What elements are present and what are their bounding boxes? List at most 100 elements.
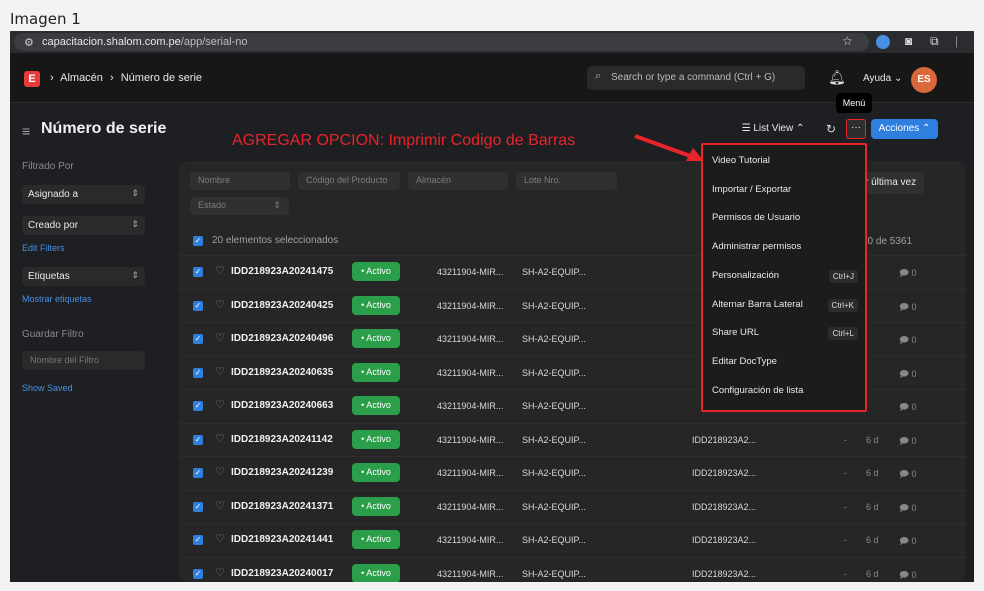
edit-filters-link[interactable]: Edit Filters bbox=[22, 243, 65, 253]
comment-count: 🗩︎ 0 bbox=[899, 266, 917, 282]
breadcrumb-numero-serie[interactable]: Número de serie bbox=[121, 72, 202, 84]
row-checkbox[interactable]: ✓ bbox=[193, 535, 203, 545]
image-caption: Imagen 1 bbox=[10, 10, 81, 28]
table-row[interactable]: ✓ ♡ IDD218923A20241441 • Activo 43211904-MIR… bbox=[179, 523, 966, 556]
puzzle-icon[interactable]: ⧉ bbox=[930, 34, 939, 49]
serial-number[interactable]: IDD218923A20241475 bbox=[231, 266, 333, 277]
table-row[interactable]: ✓ ♡ IDD218923A20241371 • Activo 43211904-MIR… bbox=[179, 489, 966, 523]
heart-icon[interactable]: ♡ bbox=[215, 365, 225, 378]
serial-number[interactable]: IDD218923A20240635 bbox=[231, 367, 333, 378]
comment-icon: 🗩︎ bbox=[899, 268, 909, 278]
notification-bell-icon[interactable]: 🔔︎ bbox=[828, 69, 846, 86]
actions-button[interactable]: Acciones ⌃ bbox=[871, 119, 938, 139]
menu-item[interactable]: Personalización Ctrl+J bbox=[712, 266, 860, 286]
bookmark-star-icon[interactable]: ☆ bbox=[842, 34, 853, 48]
menu-item[interactable]: Share URL Ctrl+L bbox=[712, 323, 860, 343]
menu-item[interactable]: Administrar permisos bbox=[712, 237, 860, 257]
table-row[interactable]: ✓ ♡ IDD218923A20240017 • Activo 43211904-MIR… bbox=[179, 556, 966, 582]
help-dropdown[interactable]: Ayuda ⌄ bbox=[863, 73, 902, 84]
heart-icon[interactable]: ♡ bbox=[215, 331, 225, 344]
sort-button[interactable]: r última vez bbox=[857, 172, 925, 194]
menu-item-label: Alternar Barra Lateral bbox=[712, 298, 803, 310]
url-text: capacitacion.shalom.com.pe/app/serial-no bbox=[42, 36, 247, 48]
serial-number[interactable]: IDD218923A20241441 bbox=[231, 534, 333, 545]
row-checkbox[interactable]: ✓ bbox=[193, 501, 203, 512]
table-row[interactable]: ✓ ♡ IDD218923A20241239 • Activo 43211904-MIR… bbox=[179, 456, 966, 489]
dash-cell: - bbox=[844, 468, 847, 478]
list-view-button[interactable]: ☰ List View ⌃ bbox=[731, 119, 815, 139]
comment-count-value: 0 bbox=[911, 301, 917, 312]
comment-count-value: 0 bbox=[911, 268, 917, 278]
menu-item-label: Configuración de lista bbox=[712, 384, 804, 396]
heart-icon[interactable]: ♡ bbox=[215, 264, 225, 277]
row-checkbox[interactable]: ✓ bbox=[193, 300, 203, 311]
name-cell: IDD218923A2... bbox=[692, 434, 757, 445]
filter-estado[interactable]: Estado ⇕ bbox=[190, 197, 289, 215]
show-saved-link[interactable]: Show Saved bbox=[22, 383, 73, 393]
warehouse-cell: SH-A2-EQUIP... bbox=[522, 568, 586, 579]
row-checkbox[interactable]: ✓ bbox=[193, 367, 203, 378]
serial-number[interactable]: IDD218923A20241239 bbox=[231, 467, 333, 478]
row-checkbox[interactable]: ✓ bbox=[193, 568, 203, 579]
heart-icon[interactable]: ♡ bbox=[215, 298, 225, 311]
breadcrumb-almacen[interactable]: Almacén bbox=[60, 72, 103, 84]
comment-count: 🗩︎ 0 bbox=[899, 501, 917, 517]
heart-icon[interactable]: ♡ bbox=[215, 398, 225, 411]
row-checkbox[interactable]: ✓ bbox=[193, 401, 203, 411]
menu-item[interactable]: Editar DocType bbox=[712, 352, 860, 372]
filter-codigo-producto[interactable]: Código del Producto bbox=[298, 172, 400, 190]
menu-item[interactable]: Alternar Barra Lateral Ctrl+K bbox=[712, 295, 860, 315]
menu-item[interactable]: Configuración de lista bbox=[712, 381, 860, 401]
dash-cell: - bbox=[844, 568, 847, 579]
heart-icon[interactable]: ♡ bbox=[215, 499, 225, 512]
heart-icon[interactable]: ♡ bbox=[215, 432, 225, 445]
filter-name-input[interactable]: Nombre del Filtro bbox=[22, 351, 145, 370]
serial-number[interactable]: IDD218923A20240663 bbox=[231, 400, 333, 411]
menu-tooltip: Menú bbox=[836, 93, 872, 113]
address-bar[interactable]: ⚙ capacitacion.shalom.com.pe/app/serial-… bbox=[14, 33, 869, 51]
status-badge: • Activo bbox=[352, 396, 400, 415]
breadcrumb: › Almacén › Número de serie bbox=[50, 72, 206, 84]
extension-icon[interactable] bbox=[876, 35, 890, 49]
select-all-checkbox[interactable]: ✓ bbox=[193, 236, 203, 246]
camera-icon[interactable]: ◙ bbox=[905, 34, 912, 48]
refresh-icon[interactable]: ↻ bbox=[820, 119, 842, 139]
heart-icon[interactable]: ♡ bbox=[215, 566, 225, 579]
comment-count-value: 0 bbox=[911, 435, 917, 446]
heart-icon[interactable]: ♡ bbox=[215, 465, 225, 478]
breadcrumb-separator-icon: › bbox=[50, 72, 54, 84]
table-row[interactable]: ✓ ♡ IDD218923A20241142 • Activo 43211904-MIR… bbox=[179, 422, 966, 456]
created-by-select[interactable]: Creado por ⇕ bbox=[22, 216, 145, 235]
avatar[interactable]: ES bbox=[911, 67, 937, 93]
filter-lote[interactable]: Lote Nro. bbox=[516, 172, 617, 190]
assigned-to-select[interactable]: Asignado a ⇕ bbox=[22, 185, 145, 204]
serial-number[interactable]: IDD218923A20241371 bbox=[231, 501, 333, 512]
menu-item[interactable]: Importar / Exportar bbox=[712, 180, 860, 200]
row-checkbox[interactable]: ✓ bbox=[193, 468, 203, 478]
site-settings-icon[interactable]: ⚙ bbox=[24, 36, 34, 49]
comment-icon: 🗩︎ bbox=[899, 335, 909, 345]
menu-item[interactable]: Permisos de Usuario bbox=[712, 208, 860, 228]
menu-item[interactable]: Video Tutorial bbox=[712, 151, 860, 171]
show-tags-link[interactable]: Mostrar etiquetas bbox=[22, 294, 92, 304]
serial-number[interactable]: IDD218923A20240425 bbox=[231, 300, 333, 311]
comment-icon: 🗩︎ bbox=[899, 301, 909, 312]
serial-number[interactable]: IDD218923A20240017 bbox=[231, 568, 333, 579]
filter-almacen[interactable]: Almacén bbox=[408, 172, 508, 190]
sidebar-toggle-icon[interactable]: ≡ bbox=[22, 123, 30, 139]
item-code-cell: 43211904-MIR... bbox=[437, 468, 504, 478]
menu-button[interactable]: ··· bbox=[846, 119, 866, 139]
serial-number[interactable]: IDD218923A20241142 bbox=[231, 434, 333, 445]
row-checkbox[interactable]: ✓ bbox=[193, 334, 203, 344]
tags-select[interactable]: Etiquetas ⇕ bbox=[22, 267, 145, 286]
status-badge: • Activo bbox=[352, 329, 400, 348]
row-checkbox[interactable]: ✓ bbox=[193, 267, 203, 277]
filter-estado-label: Estado bbox=[198, 200, 227, 210]
search-input[interactable]: ⌕ Search or type a command (Ctrl + G) bbox=[587, 66, 805, 90]
heart-icon[interactable]: ♡ bbox=[215, 532, 225, 545]
row-checkbox[interactable]: ✓ bbox=[193, 434, 203, 445]
app-logo[interactable]: E bbox=[24, 71, 40, 87]
serial-number[interactable]: IDD218923A20240496 bbox=[231, 333, 333, 344]
page-title: Número de serie bbox=[41, 120, 167, 137]
filter-nombre[interactable]: Nombre bbox=[190, 172, 290, 190]
